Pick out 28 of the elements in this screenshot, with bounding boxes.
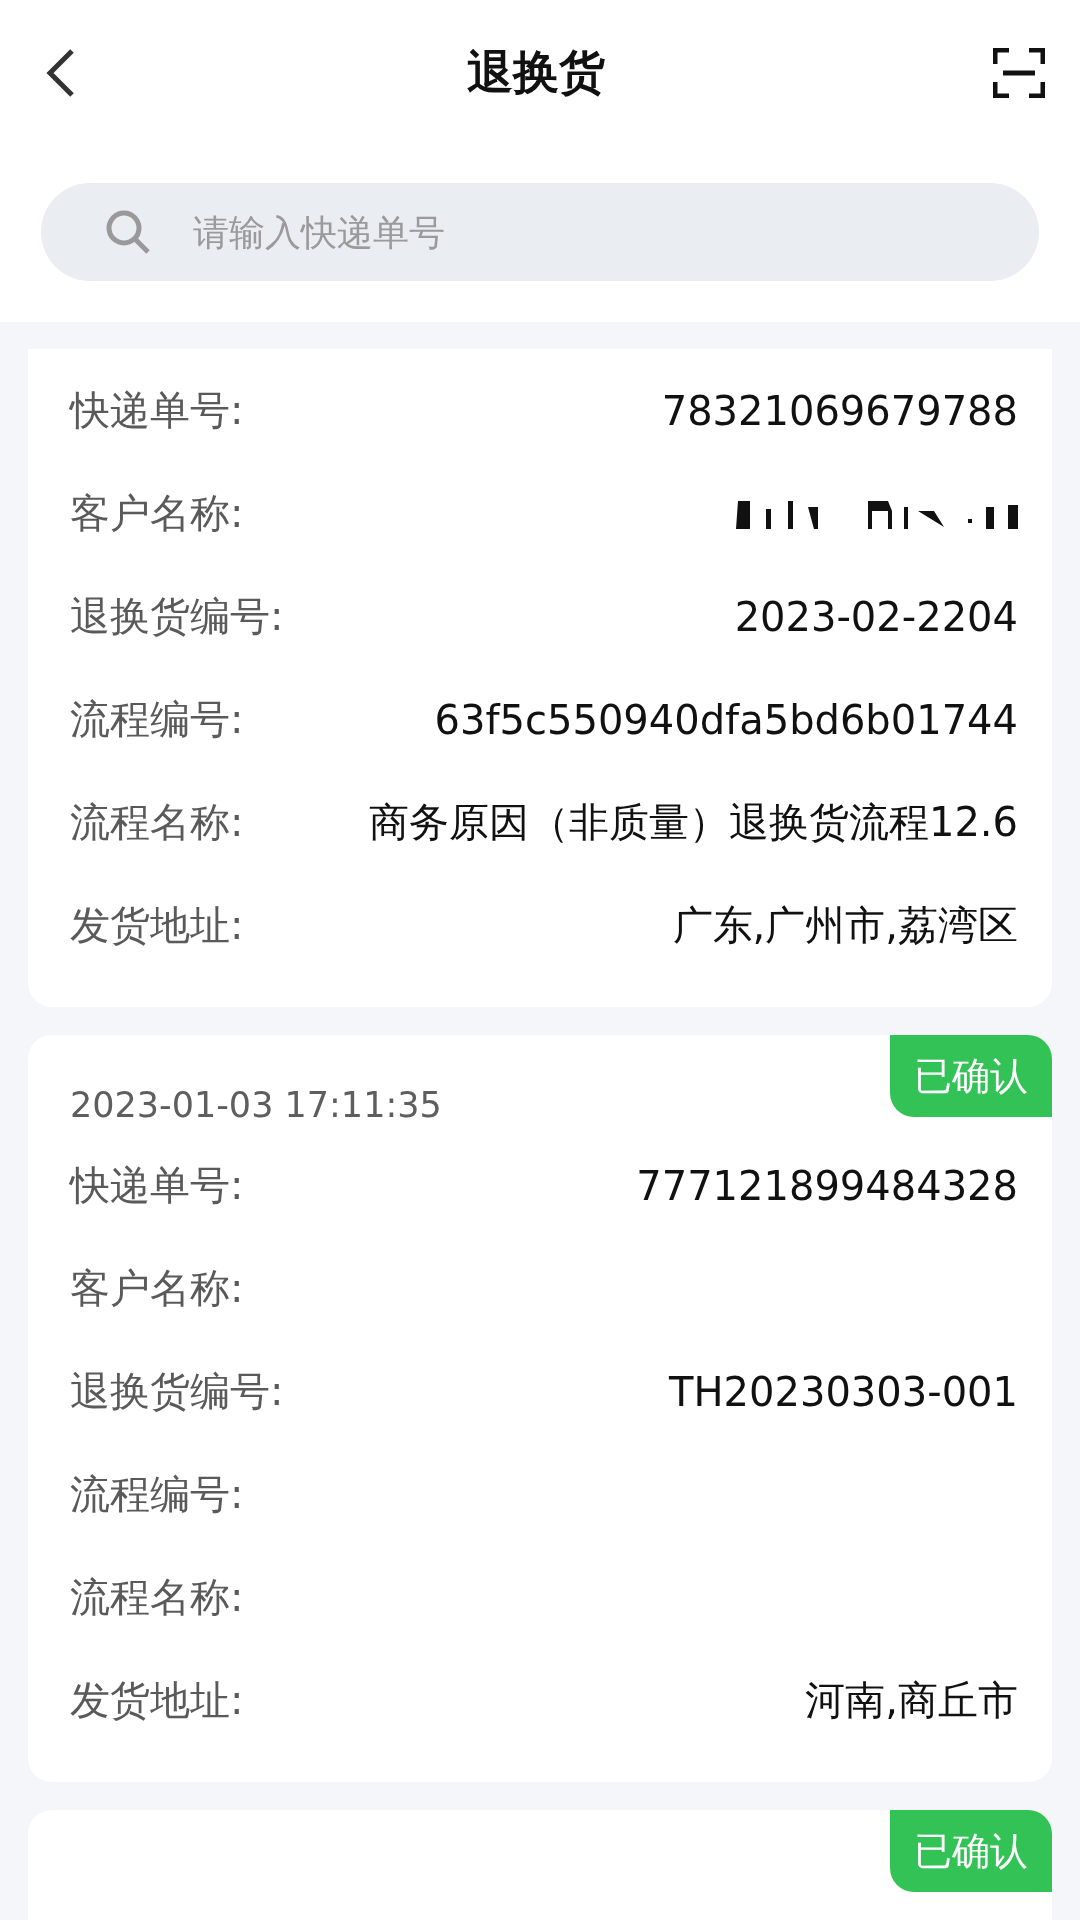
field-label: 流程名称: — [70, 798, 244, 847]
status-badge: 已确认 — [890, 1810, 1052, 1892]
scan-icon — [993, 47, 1045, 98]
field-value: 777121899484328 — [636, 1162, 1018, 1209]
field-label: 退换货编号: — [70, 592, 284, 641]
field-value: 78321069679788 — [661, 387, 1018, 434]
search-field[interactable]: 请输入快递单号 — [41, 183, 1039, 281]
timestamp: 2023-01-03 17:11:35 — [70, 1085, 442, 1125]
page-title: 退换货 — [466, 43, 605, 101]
status-badge: 已确认 — [890, 1035, 1052, 1117]
field-label: 快递单号: — [70, 386, 244, 435]
field-label: 客户名称: — [70, 1264, 244, 1313]
field-label: 发货地址: — [70, 1676, 244, 1725]
field-value: 商务原因（非质量）退换货流程12.6 — [368, 798, 1018, 847]
field-value: 河南,商丘市 — [805, 1676, 1018, 1725]
field-label: 客户名称: — [70, 489, 244, 538]
field-label: 退换货编号: — [70, 1367, 284, 1416]
search-icon — [105, 209, 151, 255]
field-value: 2023-02-2204 — [734, 593, 1018, 640]
field-value: 63f5c550940dfa5bd6b01744 — [434, 696, 1018, 743]
field-label: 流程名称: — [70, 1573, 244, 1622]
field-value: TH20230303-001 — [669, 1368, 1018, 1415]
field-label: 流程编号: — [70, 695, 244, 744]
field-label: 快递单号: — [70, 1161, 244, 1210]
field-label: 流程编号: — [70, 1470, 244, 1519]
field-value: 广东,广州市,荔湾区 — [672, 901, 1018, 950]
field-label: 发货地址: — [70, 901, 244, 950]
scan-button[interactable] — [993, 47, 1045, 98]
